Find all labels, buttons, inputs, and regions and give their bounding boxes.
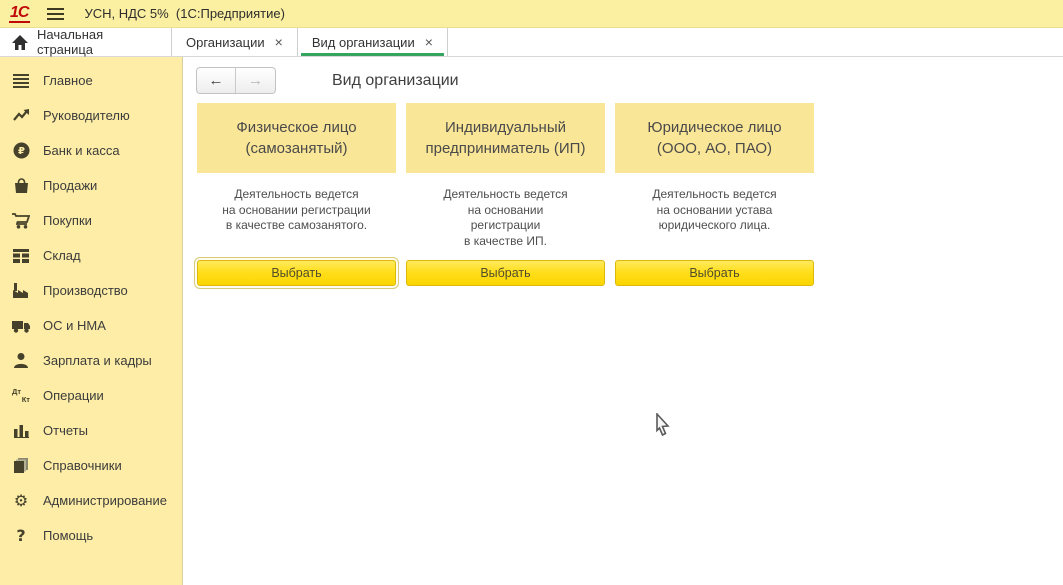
select-button-legal-entity[interactable]: Выбрать	[615, 260, 814, 286]
sidebar-item-bank-cash[interactable]: ₽ Банк и касса	[0, 133, 182, 168]
page-title: Вид организации	[332, 72, 459, 90]
person-icon	[11, 352, 31, 370]
back-button[interactable]: ←	[197, 68, 236, 93]
sidebar-item-operations[interactable]: ДтКт Операции	[0, 378, 182, 413]
shopping-cart-icon	[11, 212, 31, 230]
window-title: УСН, НДС 5% (1С:Предприятие)	[84, 6, 284, 21]
card-title-line: (ООО, АО, ПАО)	[657, 138, 772, 159]
sidebar-item-label: Банк и касса	[43, 143, 120, 158]
sidebar-item-label: Помощь	[43, 528, 93, 543]
card-title-line: (самозанятый)	[246, 138, 348, 159]
home-icon	[12, 35, 28, 50]
ruble-circle-icon: ₽	[11, 142, 31, 160]
sidebar-item-fixed-assets[interactable]: ОС и НМА	[0, 308, 182, 343]
debit-credit-icon: ДтКт	[11, 387, 31, 405]
question-icon: ?	[11, 527, 31, 545]
active-tab-indicator	[301, 53, 444, 56]
tab-bar: Начальная страница Организации × Вид орг…	[0, 28, 1063, 57]
close-icon[interactable]: ×	[425, 35, 433, 49]
sidebar-item-label: Производство	[43, 283, 128, 298]
sidebar-item-warehouse[interactable]: Склад	[0, 238, 182, 273]
card-title-line: предприниматель (ИП)	[426, 138, 586, 159]
gear-icon: ⚙	[11, 492, 31, 510]
card-description: Деятельность ведется на основании устава…	[615, 187, 814, 260]
sidebar-item-administration[interactable]: ⚙ Администрирование	[0, 483, 182, 518]
sidebar-item-label: Покупки	[43, 213, 92, 228]
main-content: ← → Вид организации Физическое лицо (сам…	[184, 57, 1063, 585]
warehouse-grid-icon	[11, 247, 31, 265]
1c-logo-icon: 1С	[9, 4, 30, 23]
sidebar-item-main[interactable]: Главное	[0, 63, 182, 98]
tab-label: Организации	[186, 35, 265, 50]
sidebar-item-reports[interactable]: Отчеты	[0, 413, 182, 448]
sidebar-item-label: Продажи	[43, 178, 97, 193]
sidebar-item-label: Склад	[43, 248, 81, 263]
card-header: Юридическое лицо (ООО, АО, ПАО)	[615, 103, 814, 173]
select-button-self-employed[interactable]: Выбрать	[197, 260, 396, 286]
sidebar-item-label: ОС и НМА	[43, 318, 106, 333]
card-legal-entity: Юридическое лицо (ООО, АО, ПАО) Деятельн…	[615, 103, 814, 286]
sidebar-item-production[interactable]: Производство	[0, 273, 182, 308]
card-title-line: Индивидуальный	[445, 117, 566, 138]
sidebar-item-label: Администрирование	[43, 493, 167, 508]
card-title-line: Юридическое лицо	[647, 117, 781, 138]
close-icon[interactable]: ×	[275, 35, 283, 49]
app-window: 1С УСН, НДС 5% (1С:Предприятие) Начальна…	[0, 0, 1063, 585]
card-header: Физическое лицо (самозанятый)	[197, 103, 396, 173]
trend-up-icon	[11, 107, 31, 125]
tab-organizations[interactable]: Организации ×	[172, 28, 298, 56]
title-bar: 1С УСН, НДС 5% (1С:Предприятие)	[0, 0, 1063, 28]
main-menu-icon[interactable]	[47, 8, 64, 20]
sidebar-item-label: Руководителю	[43, 108, 130, 123]
navigation-row: ← → Вид организации	[196, 67, 1063, 94]
sidebar-item-label: Зарплата и кадры	[43, 353, 152, 368]
history-nav-group: ← →	[196, 67, 276, 94]
sidebar-item-directories[interactable]: Справочники	[0, 448, 182, 483]
sidebar-item-label: Отчеты	[43, 423, 88, 438]
sidebar-item-sales[interactable]: Продажи	[0, 168, 182, 203]
card-header: Индивидуальный предприниматель (ИП)	[406, 103, 605, 173]
select-button-entrepreneur[interactable]: Выбрать	[406, 260, 605, 286]
menu-lines-icon	[11, 72, 31, 90]
books-icon	[11, 457, 31, 475]
sidebar-item-salary-hr[interactable]: Зарплата и кадры	[0, 343, 182, 378]
card-individual-self-employed: Физическое лицо (самозанятый) Деятельнос…	[197, 103, 396, 286]
sidebar-item-manager[interactable]: Руководителю	[0, 98, 182, 133]
section-sidebar: Главное Руководителю ₽ Банк и касса Прод…	[0, 57, 183, 585]
svg-text:₽: ₽	[18, 146, 25, 157]
sidebar-item-label: Главное	[43, 73, 93, 88]
sidebar-item-label: Справочники	[43, 458, 122, 473]
forward-button[interactable]: →	[236, 68, 275, 93]
sidebar-item-purchases[interactable]: Покупки	[0, 203, 182, 238]
sidebar-item-help[interactable]: ? Помощь	[0, 518, 182, 553]
card-description: Деятельность ведется на основании регист…	[406, 187, 605, 260]
factory-icon	[11, 282, 31, 300]
organization-type-cards: Физическое лицо (самозанятый) Деятельнос…	[197, 103, 1063, 286]
tab-label: Вид организации	[312, 35, 415, 50]
card-title-line: Физическое лицо	[236, 117, 356, 138]
tab-home-page[interactable]: Начальная страница	[0, 28, 172, 56]
card-individual-entrepreneur: Индивидуальный предприниматель (ИП) Деят…	[406, 103, 605, 286]
sidebar-item-label: Операции	[43, 388, 104, 403]
tab-label: Начальная страница	[37, 27, 157, 57]
bar-chart-icon	[11, 422, 31, 440]
tab-organization-type[interactable]: Вид организации ×	[298, 28, 448, 56]
truck-icon	[11, 317, 31, 335]
shopping-bag-icon	[11, 177, 31, 195]
card-description: Деятельность ведется на основании регист…	[197, 187, 396, 260]
